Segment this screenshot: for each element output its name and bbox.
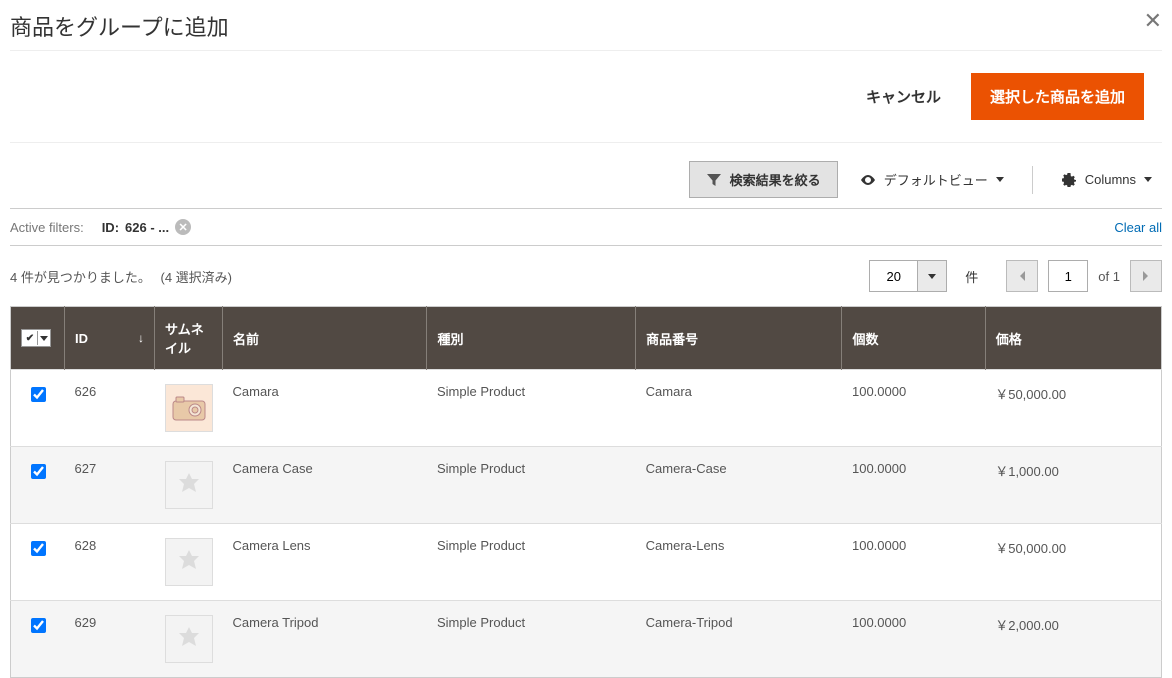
cell-thumbnail bbox=[155, 524, 223, 601]
per-page-input[interactable] bbox=[869, 260, 917, 292]
cell-sku: Camera-Tripod bbox=[636, 601, 842, 678]
cell-price: ￥2,000.00 bbox=[985, 601, 1161, 678]
cell-id: 626 bbox=[65, 370, 155, 447]
cell-id: 629 bbox=[65, 601, 155, 678]
cell-type: Simple Product bbox=[427, 447, 636, 524]
page-input[interactable] bbox=[1048, 260, 1088, 292]
cell-name: Camara bbox=[223, 370, 427, 447]
cell-type: Simple Product bbox=[427, 524, 636, 601]
col-header-qty[interactable]: 個数 bbox=[842, 307, 985, 370]
cell-type: Simple Product bbox=[427, 370, 636, 447]
clear-all-link[interactable]: Clear all bbox=[1114, 220, 1162, 235]
cell-qty: 100.0000 bbox=[842, 524, 985, 601]
of-pages-text: of 1 bbox=[1098, 269, 1120, 284]
cell-qty: 100.0000 bbox=[842, 370, 985, 447]
cell-name: Camera Case bbox=[223, 447, 427, 524]
cell-sku: Camara bbox=[636, 370, 842, 447]
records-found-text: 4 件が見つかりました。 (4 選択済み) bbox=[10, 267, 232, 286]
cell-sku: Camera-Lens bbox=[636, 524, 842, 601]
toolbar-separator bbox=[1032, 166, 1033, 194]
col-header-name[interactable]: 名前 bbox=[223, 307, 427, 370]
cell-thumbnail bbox=[155, 601, 223, 678]
remove-filter-icon[interactable]: ✕ bbox=[175, 219, 191, 235]
table-row[interactable]: 627 Camera CaseSimple ProductCamera-Case1… bbox=[11, 447, 1162, 524]
cell-price: ￥50,000.00 bbox=[985, 370, 1161, 447]
close-icon[interactable]: ✕ bbox=[1144, 10, 1162, 32]
caret-down-icon bbox=[928, 274, 936, 279]
cell-qty: 100.0000 bbox=[842, 447, 985, 524]
caret-down-icon bbox=[40, 336, 48, 341]
cell-id: 627 bbox=[65, 447, 155, 524]
thumbnail-icon bbox=[165, 461, 213, 509]
col-header-thumbnail[interactable]: サムネイル bbox=[155, 307, 223, 370]
gear-icon bbox=[1061, 172, 1077, 188]
thumbnail-icon bbox=[165, 538, 213, 586]
cell-qty: 100.0000 bbox=[842, 601, 985, 678]
columns-dropdown[interactable]: Columns bbox=[1051, 166, 1162, 194]
cell-name: Camera Lens bbox=[223, 524, 427, 601]
eye-icon bbox=[860, 172, 876, 188]
row-checkbox[interactable] bbox=[31, 618, 46, 633]
col-header-type[interactable]: 種別 bbox=[427, 307, 636, 370]
per-page-dropdown[interactable] bbox=[917, 260, 947, 292]
thumbnail-icon bbox=[165, 615, 213, 663]
row-checkbox[interactable] bbox=[31, 541, 46, 556]
modal-title: 商品をグループに追加 bbox=[10, 10, 229, 42]
columns-label: Columns bbox=[1085, 172, 1136, 187]
row-checkbox[interactable] bbox=[31, 464, 46, 479]
filter-chip-id: ID: 626 - ... ✕ bbox=[102, 219, 191, 235]
products-table: ✔ ID↓ サムネイル 名前 種別 商品番号 個数 価格 626CamaraSi… bbox=[10, 306, 1162, 678]
table-row[interactable]: 626CamaraSimple ProductCamara100.0000￥50… bbox=[11, 370, 1162, 447]
cell-id: 628 bbox=[65, 524, 155, 601]
select-all-checkbox[interactable]: ✔ bbox=[21, 329, 51, 347]
cell-thumbnail bbox=[155, 447, 223, 524]
filters-button[interactable]: 検索結果を絞る bbox=[689, 161, 838, 198]
prev-page-button[interactable] bbox=[1006, 260, 1038, 292]
default-view-label: デフォルトビュー bbox=[884, 170, 988, 189]
sort-desc-icon: ↓ bbox=[138, 331, 144, 345]
add-selected-button[interactable]: 選択した商品を追加 bbox=[971, 73, 1144, 120]
col-header-price[interactable]: 価格 bbox=[985, 307, 1161, 370]
caret-down-icon bbox=[996, 177, 1004, 182]
per-page-unit: 件 bbox=[965, 267, 978, 286]
col-header-id[interactable]: ID↓ bbox=[65, 307, 155, 370]
default-view-dropdown[interactable]: デフォルトビュー bbox=[850, 164, 1014, 195]
next-page-button[interactable] bbox=[1130, 260, 1162, 292]
thumbnail-icon bbox=[165, 384, 213, 432]
cancel-button[interactable]: キャンセル bbox=[860, 85, 947, 108]
filters-button-label: 検索結果を絞る bbox=[730, 170, 821, 189]
table-row[interactable]: 628 Camera LensSimple ProductCamera-Lens1… bbox=[11, 524, 1162, 601]
cell-name: Camera Tripod bbox=[223, 601, 427, 678]
cell-sku: Camera-Case bbox=[636, 447, 842, 524]
table-row[interactable]: 629 Camera TripodSimple ProductCamera-Tri… bbox=[11, 601, 1162, 678]
active-filters-label: Active filters: bbox=[10, 220, 84, 235]
cell-price: ￥50,000.00 bbox=[985, 524, 1161, 601]
caret-down-icon bbox=[1144, 177, 1152, 182]
cell-type: Simple Product bbox=[427, 601, 636, 678]
funnel-icon bbox=[706, 172, 722, 188]
col-header-sku[interactable]: 商品番号 bbox=[636, 307, 842, 370]
row-checkbox[interactable] bbox=[31, 387, 46, 402]
cell-thumbnail bbox=[155, 370, 223, 447]
cell-price: ￥1,000.00 bbox=[985, 447, 1161, 524]
